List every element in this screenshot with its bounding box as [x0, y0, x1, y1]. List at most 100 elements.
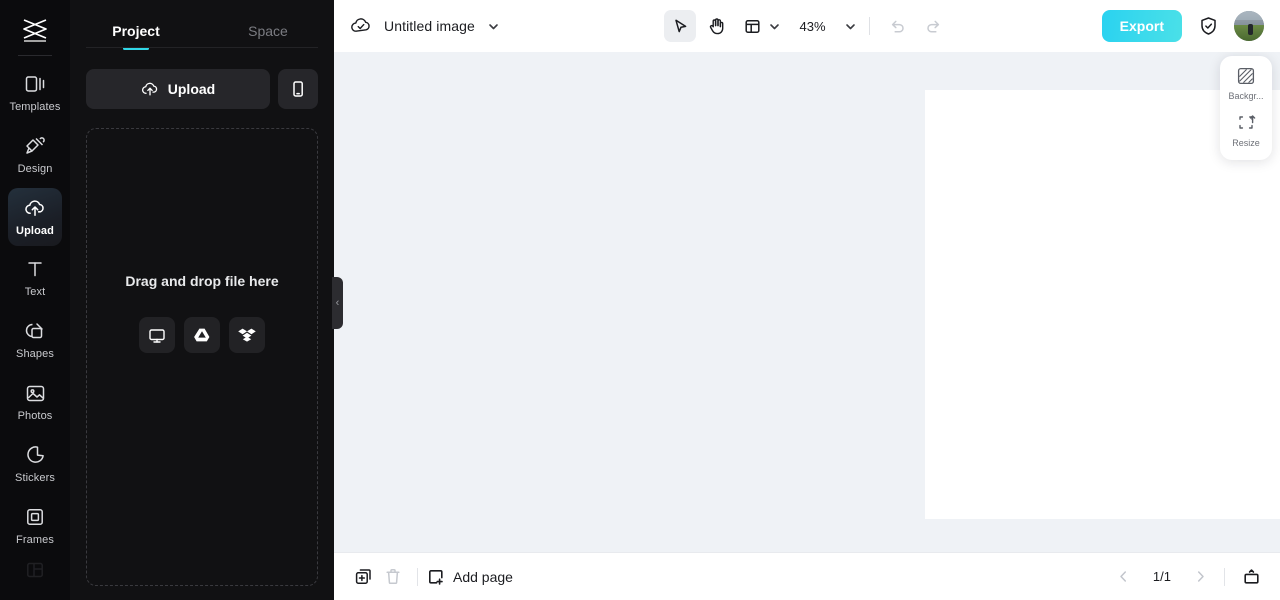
sidebar-item-label: Stickers	[15, 471, 55, 484]
dropbox-icon	[238, 327, 256, 343]
page-navigation: 1/1	[1111, 562, 1266, 592]
background-button-label: Backgr...	[1228, 91, 1264, 101]
chevron-down-icon[interactable]	[768, 20, 781, 33]
pager-divider	[1224, 567, 1225, 586]
shield-check-icon	[1199, 16, 1218, 36]
toolbar-divider	[868, 17, 870, 35]
bottombar-divider	[417, 567, 418, 586]
sidebar-item-upload[interactable]: Upload	[8, 187, 62, 246]
layout-grid-icon-wrap[interactable]	[736, 10, 768, 42]
redo-icon	[925, 18, 942, 34]
page-panel-toggle-icon	[1242, 567, 1261, 586]
canvas-float-panel: Backgr... Resize	[1220, 56, 1272, 160]
dropzone-label: Drag and drop file here	[125, 273, 279, 289]
sidebar-item-photos[interactable]: Photos	[8, 373, 62, 431]
upload-cloud-icon	[24, 197, 46, 219]
sidebar-item-more[interactable]	[8, 559, 62, 596]
shield-check-button[interactable]	[1195, 13, 1221, 39]
sidebar-item-templates[interactable]: Templates	[8, 64, 62, 122]
design-icon	[24, 135, 46, 157]
project-panel: Project Space Upload Drag and drop file …	[70, 0, 343, 600]
monitor-icon	[148, 327, 166, 344]
add-page-label: Add page	[453, 568, 513, 585]
google-drive-icon	[193, 327, 211, 343]
document-title[interactable]: Untitled image	[384, 18, 475, 34]
next-page-button[interactable]	[1187, 564, 1213, 590]
app-root: Templates Design Upload Text Shapes Phot…	[0, 0, 1280, 600]
source-computer-button[interactable]	[139, 317, 175, 353]
sidebar-item-stickers[interactable]: Stickers	[8, 435, 62, 493]
canvas-area[interactable]: Page 1 Backgr...	[334, 52, 1280, 552]
panel-tabs: Project Space	[70, 0, 334, 48]
user-avatar[interactable]	[1234, 11, 1264, 41]
source-dropbox-button[interactable]	[229, 317, 265, 353]
duplicate-page-icon	[354, 567, 373, 586]
chevron-down-icon[interactable]	[487, 20, 500, 33]
layout-grid-icon	[744, 18, 761, 35]
chevron-left-icon: ‹	[335, 297, 340, 309]
add-page-icon	[427, 568, 445, 586]
dropzone-sources	[139, 317, 265, 353]
toolbar-right-actions: Export	[1101, 10, 1264, 42]
file-dropzone[interactable]: Drag and drop file here	[86, 128, 318, 586]
cursor-arrow-icon	[672, 18, 689, 35]
select-tool-button[interactable]	[664, 10, 697, 42]
background-pattern-icon	[1236, 66, 1256, 86]
sidebar-item-label: Text	[24, 286, 46, 299]
sidebar-item-frames[interactable]: Frames	[8, 497, 62, 555]
upload-button[interactable]: Upload	[86, 69, 270, 109]
trash-icon	[384, 567, 402, 586]
prev-page-button[interactable]	[1111, 564, 1137, 590]
cloud-saved-icon[interactable]	[350, 17, 372, 35]
photos-icon	[24, 382, 46, 404]
resize-button[interactable]: Resize	[1222, 113, 1270, 148]
sidebar-item-label: Frames	[16, 533, 54, 546]
document-info: Untitled image	[350, 17, 500, 35]
sidebar-item-text[interactable]: Text	[8, 250, 62, 308]
sidebar-item-label: Photos	[17, 410, 53, 423]
layout-more-icon	[24, 559, 46, 581]
upload-from-mobile-button[interactable]	[278, 69, 318, 109]
shapes-icon	[24, 320, 46, 342]
upload-actions-row: Upload	[70, 48, 334, 109]
sidebar-item-shapes[interactable]: Shapes	[8, 311, 62, 369]
frames-icon	[24, 506, 46, 528]
undo-button[interactable]	[882, 10, 914, 42]
sidebar-item-label: Templates	[9, 100, 61, 113]
bottom-bar: Add page 1/1	[334, 552, 1280, 600]
sidebar-item-label: Upload	[16, 224, 54, 237]
background-button[interactable]: Backgr...	[1222, 66, 1270, 101]
upload-cloud-icon	[141, 81, 159, 97]
zoom-control[interactable]: 43%	[793, 19, 856, 34]
hand-icon	[708, 17, 725, 35]
sidebar-item-label: Design	[17, 162, 53, 175]
mobile-phone-icon	[290, 80, 306, 98]
layout-menu-button[interactable]	[736, 10, 781, 42]
rail-divider	[18, 55, 52, 56]
undo-icon	[889, 18, 906, 34]
tab-space[interactable]: Space	[202, 23, 334, 48]
source-google-drive-button[interactable]	[184, 317, 220, 353]
hand-tool-button[interactable]	[700, 10, 732, 42]
zoom-level-value[interactable]: 43%	[793, 19, 831, 34]
delete-page-button[interactable]	[378, 562, 408, 592]
duplicate-page-button[interactable]	[348, 562, 378, 592]
tab-project[interactable]: Project	[70, 23, 202, 48]
resize-button-label: Resize	[1232, 138, 1260, 148]
redo-button[interactable]	[918, 10, 950, 42]
capcut-logo-icon[interactable]	[13, 10, 57, 51]
page-indicator: 1/1	[1152, 569, 1171, 584]
chevron-down-icon[interactable]	[844, 20, 857, 33]
add-page-button[interactable]: Add page	[427, 568, 513, 586]
panel-collapse-handle[interactable]: ‹	[332, 277, 343, 329]
avatar-person	[1247, 23, 1253, 35]
upload-button-label: Upload	[167, 81, 216, 97]
page-panel-toggle-button[interactable]	[1236, 562, 1266, 592]
sidebar-item-design[interactable]: Design	[8, 126, 62, 184]
resize-icon	[1236, 113, 1256, 133]
top-toolbar: Untitled image 43% Export	[334, 0, 1280, 52]
export-button-label: Export	[1119, 18, 1164, 34]
stickers-icon	[24, 444, 46, 466]
export-button[interactable]: Export	[1101, 10, 1182, 42]
tabs-underline	[86, 47, 318, 48]
